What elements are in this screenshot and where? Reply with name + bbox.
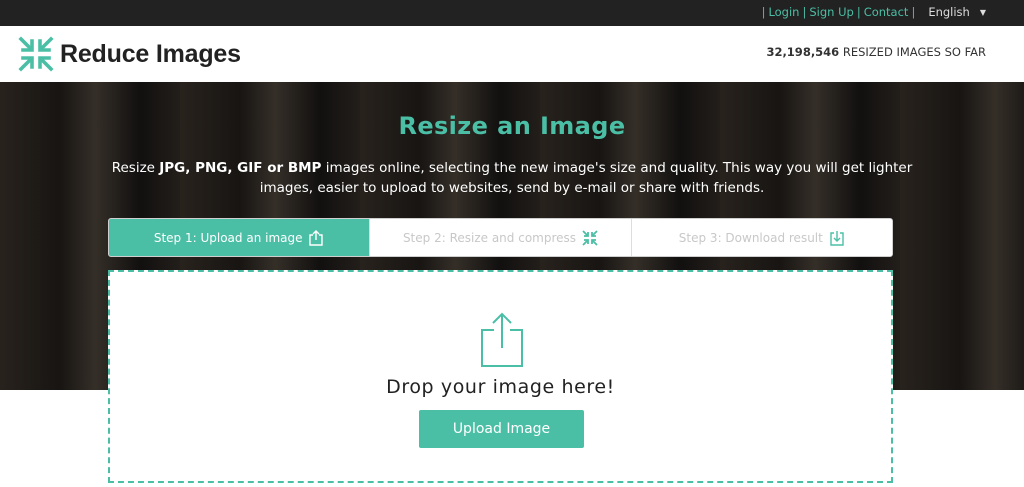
language-label: English (928, 5, 970, 19)
top-links: | Login | Sign Up | Contact | English ▼ (761, 5, 986, 19)
compress-arrows-icon (18, 36, 54, 72)
step-label: Step 3: Download result (678, 230, 823, 245)
upload-image-button[interactable]: Upload Image (419, 410, 584, 448)
caret-down-icon: ▼ (979, 7, 986, 17)
compress-icon (582, 229, 598, 246)
formats-highlight: JPG, PNG, GIF or BMP (159, 160, 322, 176)
language-select[interactable]: English ▼ (928, 5, 986, 19)
counter-value: 32,198,546 (766, 45, 840, 59)
upload-icon (481, 312, 523, 367)
step-upload[interactable]: Step 1: Upload an image (109, 219, 371, 256)
resized-counter: 32,198,546 RESIZED IMAGES SO FAR (766, 45, 986, 59)
signup-link[interactable]: Sign Up (809, 5, 853, 19)
step-label: Step 2: Resize and compress (402, 230, 577, 245)
site-header: Reduce Images 32,198,546 RESIZED IMAGES … (0, 26, 1024, 82)
page-title: Resize an Image (398, 112, 626, 140)
upload-icon (309, 229, 324, 246)
step-resize[interactable]: Step 2: Resize and compress (370, 219, 632, 256)
step-download[interactable]: Step 3: Download result (631, 219, 892, 256)
download-icon (830, 230, 844, 246)
brand-name: Reduce Images (60, 39, 241, 68)
login-link[interactable]: Login (768, 5, 799, 19)
drop-text: Drop your image here! (386, 376, 615, 398)
hero-description: Resize JPG, PNG, GIF or BMP images onlin… (111, 160, 913, 196)
logo[interactable]: Reduce Images (18, 36, 241, 72)
counter-suffix: RESIZED IMAGES SO FAR (842, 45, 986, 59)
steps-bar: Step 1: Upload an image Step 2: Resize a… (108, 218, 893, 257)
drop-zone[interactable]: Drop your image here! Upload Image (108, 270, 893, 483)
top-bar: | Login | Sign Up | Contact | English ▼ (0, 0, 1024, 26)
contact-link[interactable]: Contact (864, 5, 909, 19)
step-label: Step 1: Upload an image (153, 230, 303, 245)
